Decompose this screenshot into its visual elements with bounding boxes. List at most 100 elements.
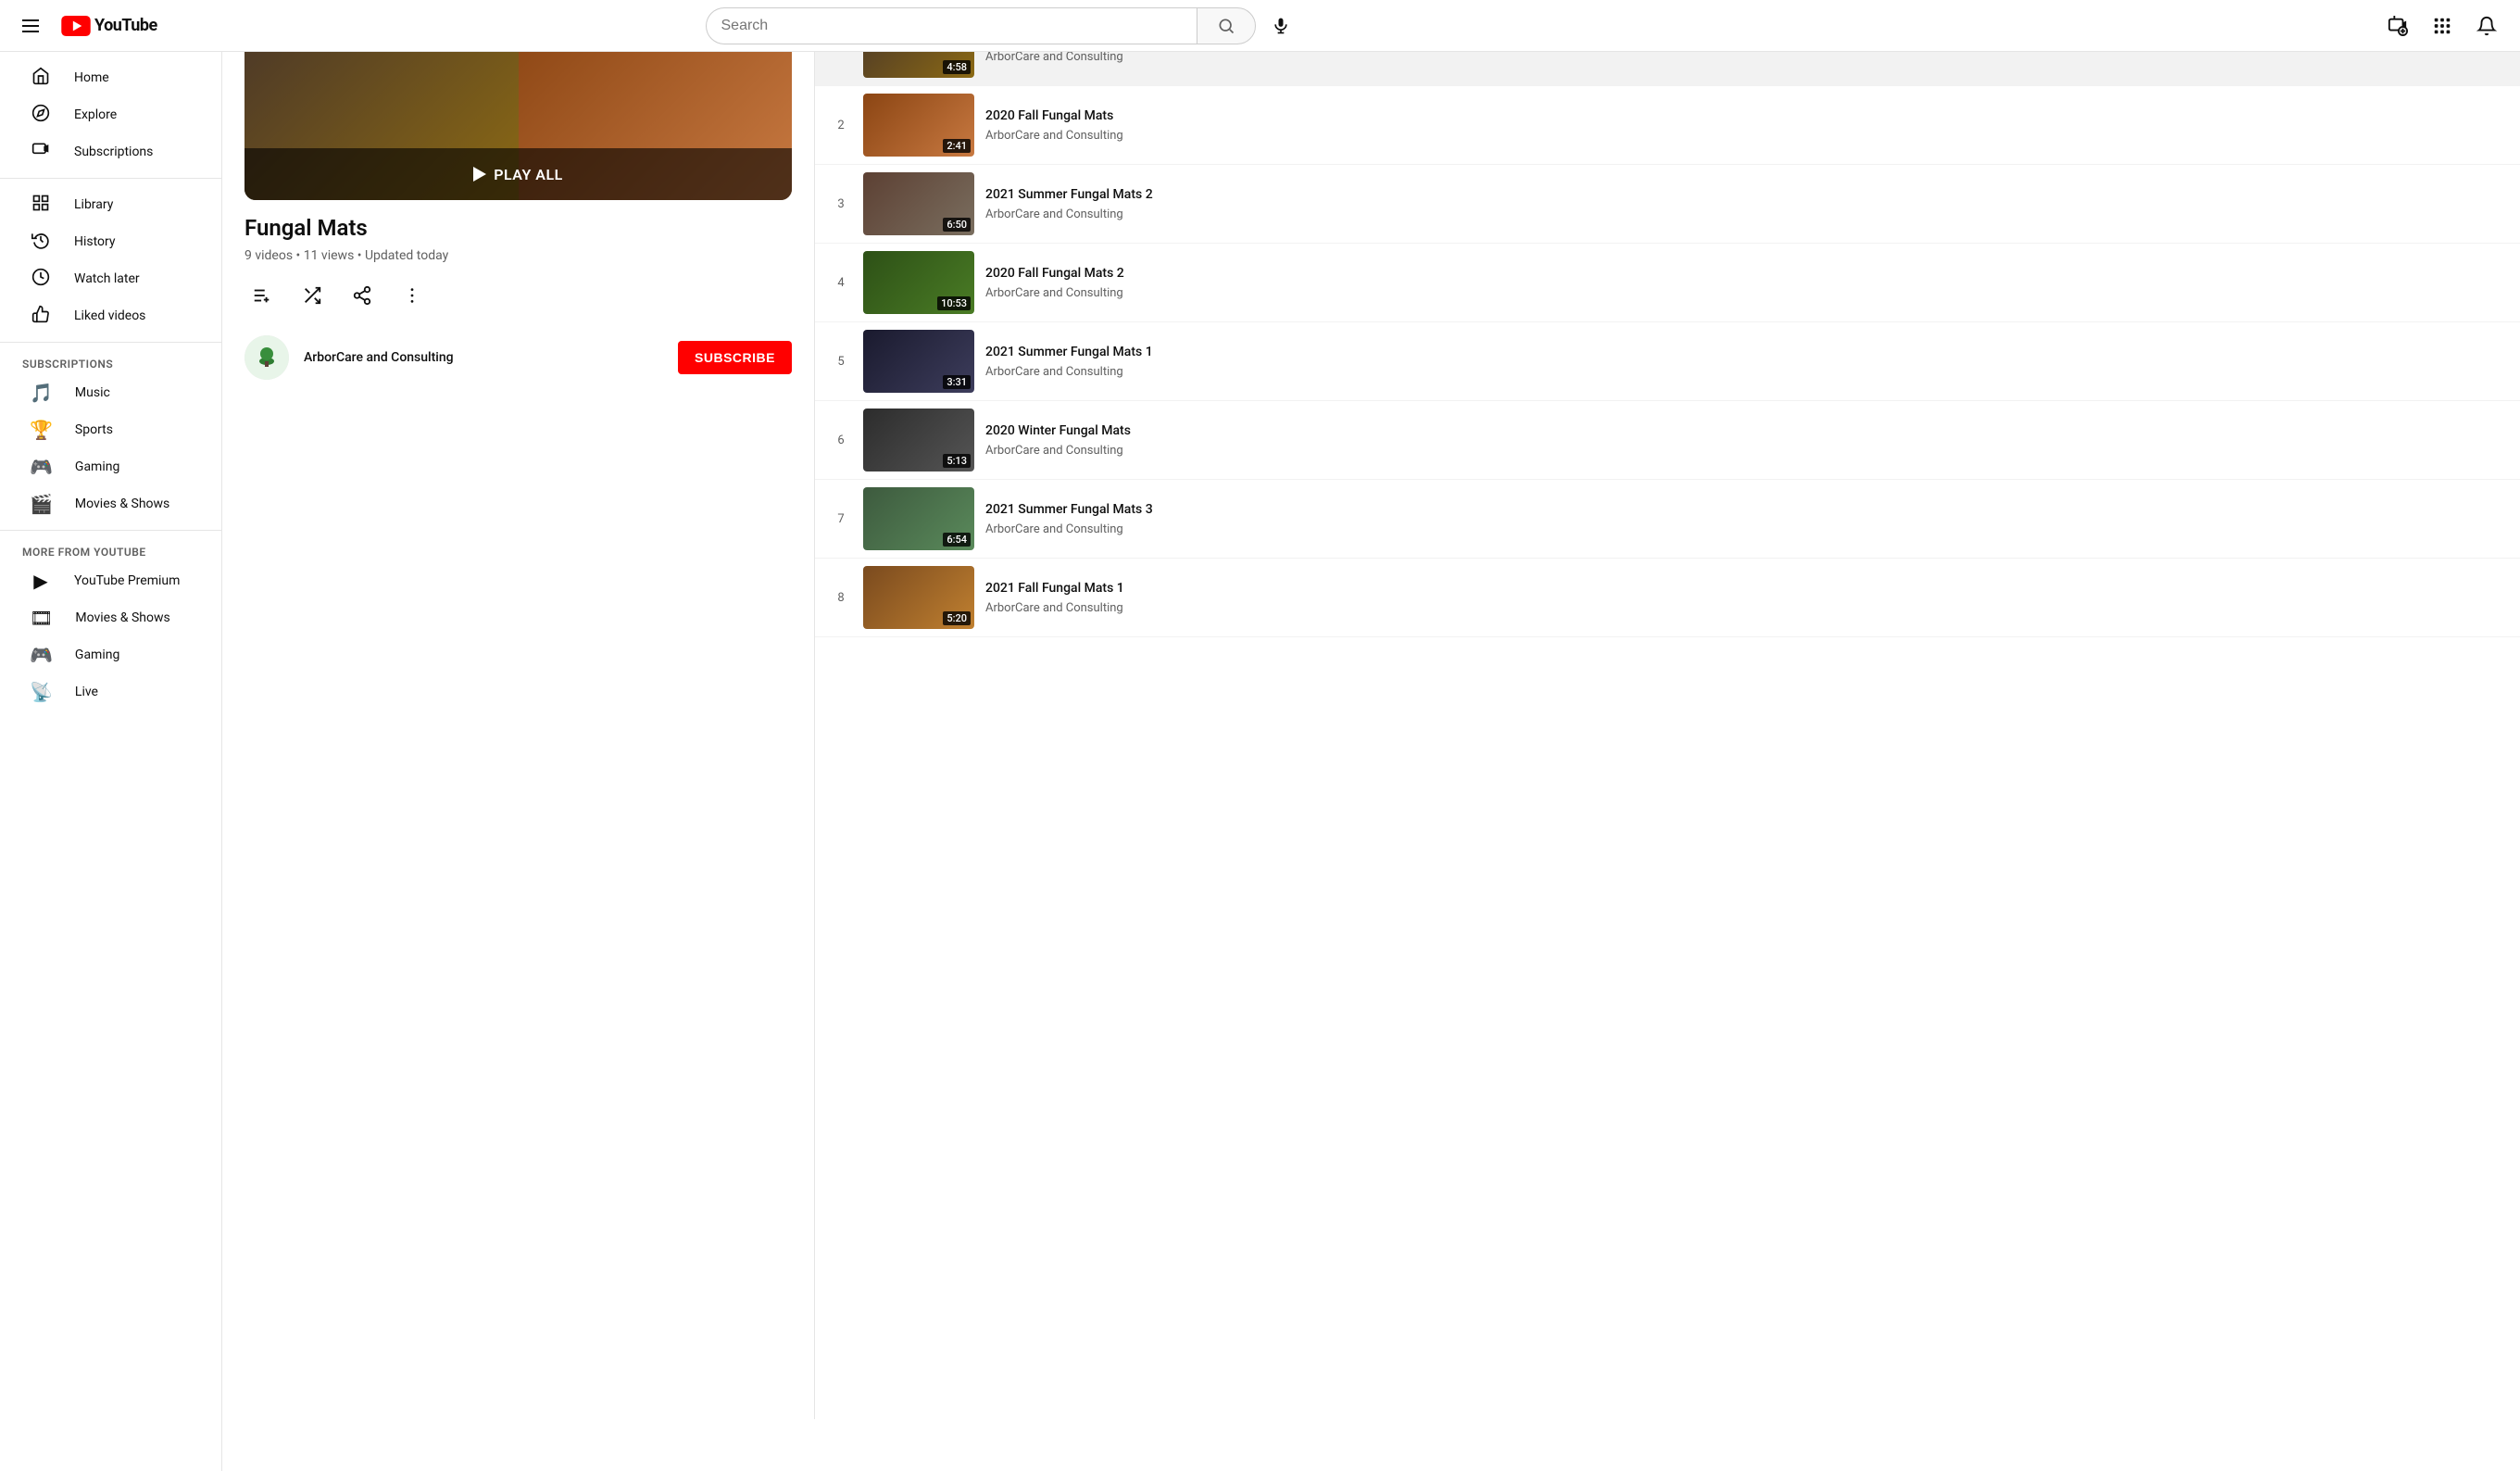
- sidebar-item-live[interactable]: 📡 Live: [7, 673, 214, 710]
- subscriptions-icon: [30, 141, 52, 164]
- explore-icon: [30, 104, 52, 127]
- video-title: 2021 Fall Fungal Mats 1: [985, 580, 2505, 598]
- more-section-title: MORE FROM YOUTUBE: [0, 538, 221, 562]
- sidebar-label-home: Home: [74, 70, 109, 85]
- sidebar-item-yt-premium[interactable]: ▶ YouTube Premium: [7, 562, 214, 599]
- sidebar-item-gaming[interactable]: 🎮 Gaming: [7, 448, 214, 485]
- sidebar-label-sports: Sports: [75, 422, 113, 437]
- video-thumbnail: 6:50: [863, 172, 974, 235]
- video-duration: 10:53: [937, 296, 971, 310]
- movies-shows-2-icon: 🎞: [30, 607, 53, 629]
- apps-button[interactable]: [2424, 7, 2461, 44]
- sidebar-item-music[interactable]: 🎵 Music: [7, 374, 214, 411]
- add-to-queue-icon: [252, 285, 272, 306]
- playlist-meta: 9 videos • 11 views • Updated today: [244, 248, 792, 263]
- search-button[interactable]: [1197, 7, 1256, 44]
- video-info: 2021 Summer Fungal Mats 2 ArborCare and …: [985, 186, 2505, 222]
- video-number: 4: [830, 276, 852, 290]
- notifications-button[interactable]: [2468, 7, 2505, 44]
- main-content: PLAY ALL Fungal Mats 9 videos • 11 views…: [222, 0, 2520, 1419]
- channel-name[interactable]: ArborCare and Consulting: [304, 350, 454, 365]
- playlist-actions: [244, 278, 792, 313]
- sidebar-item-watch-later[interactable]: Watch later: [7, 260, 214, 297]
- subscribe-button[interactable]: SUBSCRIBE: [678, 341, 792, 374]
- sidebar-item-gaming-2[interactable]: 🎮 Gaming: [7, 636, 214, 673]
- video-row[interactable]: 5 3:31 2021 Summer Fungal Mats 1 ArborCa…: [815, 322, 2520, 401]
- search-area: [706, 7, 1298, 44]
- video-duration: 4:58: [943, 60, 971, 74]
- search-input[interactable]: [706, 7, 1197, 44]
- watch-later-icon: [30, 268, 52, 291]
- search-icon: [1217, 17, 1235, 35]
- live-icon: 📡: [30, 681, 53, 703]
- video-thumbnail: 3:31: [863, 330, 974, 393]
- history-icon: [30, 231, 52, 254]
- sidebar-item-movies-shows-2[interactable]: 🎞 Movies & Shows: [7, 599, 214, 636]
- sidebar-item-history[interactable]: History: [7, 223, 214, 260]
- play-all-label: PLAY ALL: [494, 166, 563, 183]
- video-title: 2020 Fall Fungal Mats 2: [985, 265, 2505, 283]
- sidebar-item-library[interactable]: Library: [7, 186, 214, 223]
- video-channel-name: ArborCare and Consulting: [985, 129, 2505, 143]
- more-options-button[interactable]: [395, 278, 430, 313]
- video-thumbnail: 6:54: [863, 487, 974, 550]
- header: YouTube: [0, 0, 2520, 52]
- menu-button[interactable]: [15, 12, 46, 40]
- more-icon: [402, 285, 422, 306]
- video-duration: 5:20: [943, 611, 971, 625]
- play-all-overlay[interactable]: PLAY ALL: [244, 148, 792, 200]
- sidebar-label-watch-later: Watch later: [74, 271, 140, 286]
- sidebar-label-music: Music: [75, 385, 110, 400]
- search-form: [706, 7, 1257, 44]
- sidebar-label-explore: Explore: [74, 107, 117, 122]
- play-all-button: PLAY ALL: [473, 166, 563, 183]
- library-icon: [30, 194, 52, 217]
- video-row[interactable]: 3 6:50 2021 Summer Fungal Mats 2 ArborCa…: [815, 165, 2520, 244]
- video-row[interactable]: 6 5:13 2020 Winter Fungal Mats ArborCare…: [815, 401, 2520, 480]
- mic-icon: [1272, 17, 1290, 35]
- sidebar-label-movies-shows-2: Movies & Shows: [75, 610, 169, 625]
- video-title: 2021 Summer Fungal Mats 3: [985, 501, 2505, 520]
- sidebar-item-movies-shows[interactable]: 🎬 Movies & Shows: [7, 485, 214, 522]
- video-title: 2020 Winter Fungal Mats: [985, 422, 2505, 441]
- video-row[interactable]: 4 10:53 2020 Fall Fungal Mats 2 ArborCar…: [815, 244, 2520, 322]
- sidebar-divider-3: [0, 530, 221, 531]
- movies-channel-icon: 🎬: [30, 493, 53, 515]
- sidebar-item-sports[interactable]: 🏆 Sports: [7, 411, 214, 448]
- sidebar-item-liked[interactable]: Liked videos: [7, 297, 214, 334]
- share-button[interactable]: [345, 278, 380, 313]
- channel-row: ArborCare and Consulting SUBSCRIBE: [244, 335, 792, 380]
- channel-avatar[interactable]: [244, 335, 289, 380]
- video-channel-name: ArborCare and Consulting: [985, 601, 2505, 615]
- sidebar-label-movies: Movies & Shows: [75, 497, 169, 511]
- header-left: YouTube: [15, 12, 157, 40]
- sidebar-label-library: Library: [74, 197, 113, 212]
- gaming-channel-icon: 🎮: [30, 456, 53, 478]
- sidebar-item-subscriptions[interactable]: Subscriptions: [7, 133, 214, 170]
- logo-text: YouTube: [94, 16, 157, 35]
- video-channel-name: ArborCare and Consulting: [985, 207, 2505, 221]
- video-title: 2021 Summer Fungal Mats 2: [985, 186, 2505, 205]
- sidebar: Home Explore Subscriptions Library: [0, 52, 222, 1471]
- shuffle-button[interactable]: [295, 278, 330, 313]
- shuffle-icon: [302, 285, 322, 306]
- video-row[interactable]: 7 6:54 2021 Summer Fungal Mats 3 ArborCa…: [815, 480, 2520, 559]
- add-to-queue-button[interactable]: [244, 278, 280, 313]
- sidebar-label-gaming-2: Gaming: [75, 647, 119, 662]
- playlist-panel: PLAY ALL Fungal Mats 9 videos • 11 views…: [222, 0, 815, 1419]
- subscriptions-section-title: SUBSCRIPTIONS: [0, 350, 221, 374]
- video-row[interactable]: 8 5:20 2021 Fall Fungal Mats 1 ArborCare…: [815, 559, 2520, 637]
- apps-icon: [2432, 16, 2452, 36]
- music-channel-icon: 🎵: [30, 382, 53, 404]
- youtube-logo[interactable]: YouTube: [61, 16, 157, 36]
- create-icon: [2388, 16, 2408, 36]
- mic-button[interactable]: [1263, 7, 1298, 44]
- video-info: 2020 Fall Fungal Mats ArborCare and Cons…: [985, 107, 2505, 144]
- sidebar-label-gaming: Gaming: [75, 459, 119, 474]
- video-thumbnail: 5:20: [863, 566, 974, 629]
- create-button[interactable]: [2379, 7, 2416, 44]
- share-icon: [352, 285, 372, 306]
- video-row[interactable]: 2 2:41 2020 Fall Fungal Mats ArborCare a…: [815, 86, 2520, 165]
- sidebar-item-explore[interactable]: Explore: [7, 96, 214, 133]
- sidebar-item-home[interactable]: Home: [7, 59, 214, 96]
